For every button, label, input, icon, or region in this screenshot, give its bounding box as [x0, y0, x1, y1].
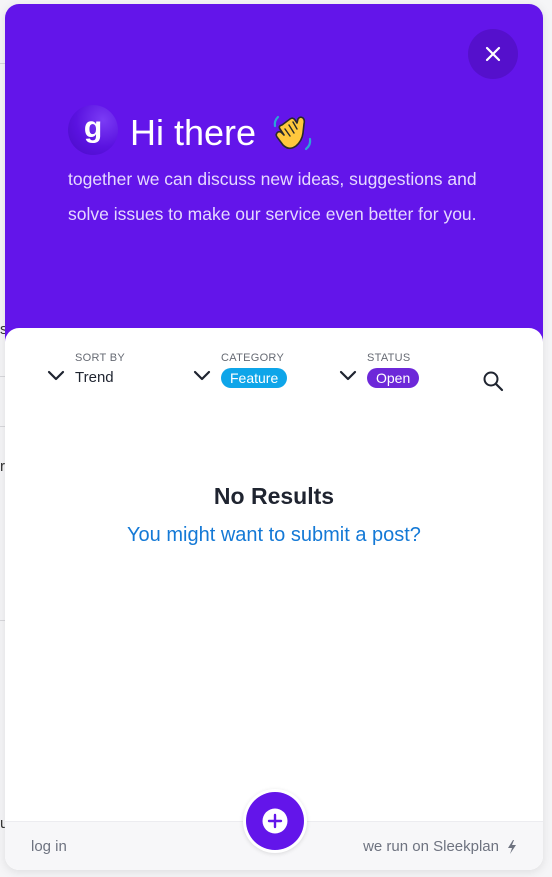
sort-value: Trend — [75, 369, 114, 386]
header-subtitle: together we can discuss new ideas, sugge… — [68, 169, 477, 224]
search-icon — [483, 371, 504, 392]
sort-label: SORT BY — [75, 352, 125, 364]
category-badge: Feature — [221, 368, 288, 388]
close-icon — [485, 46, 501, 62]
svg-text:g: g — [84, 113, 102, 144]
category-filter[interactable]: CATEGORY Feature — [193, 352, 323, 392]
status-badge: Open — [367, 368, 420, 388]
greeting-text: Hi there — [130, 112, 257, 153]
empty-state-title: No Results — [213, 483, 335, 509]
chevron-down-icon — [47, 370, 65, 381]
status-filter[interactable]: STATUS Open — [339, 352, 469, 392]
powered-by[interactable]: we run on Sleekplan — [363, 838, 517, 855]
lightning-bolt-icon — [507, 839, 517, 854]
chevron-down-icon — [193, 370, 211, 381]
submit-post-link[interactable]: You might want to submit a post? — [5, 524, 543, 547]
new-post-button-circle — [246, 792, 304, 850]
brand-logo: g — [68, 105, 118, 155]
status-label: STATUS — [367, 352, 411, 364]
close-button[interactable] — [468, 29, 518, 79]
plus-circle-icon — [262, 808, 288, 834]
category-label: CATEGORY — [221, 352, 285, 364]
new-post-button[interactable] — [243, 789, 307, 853]
powered-by-text: we run on Sleekplan — [363, 838, 499, 855]
widget-header: g Hi there together we can discuss new i… — [5, 4, 543, 349]
login-link[interactable]: log in — [31, 838, 67, 855]
search-button[interactable] — [482, 370, 504, 392]
feedback-widget: g Hi there together we can discuss new i… — [5, 4, 543, 870]
chevron-down-icon — [339, 370, 357, 381]
logo-g-icon: g — [84, 113, 102, 144]
greeting-heading: Hi there — [130, 108, 314, 158]
waving-hand-icon — [270, 111, 314, 155]
sort-filter[interactable]: SORT BY Trend — [47, 352, 177, 392]
